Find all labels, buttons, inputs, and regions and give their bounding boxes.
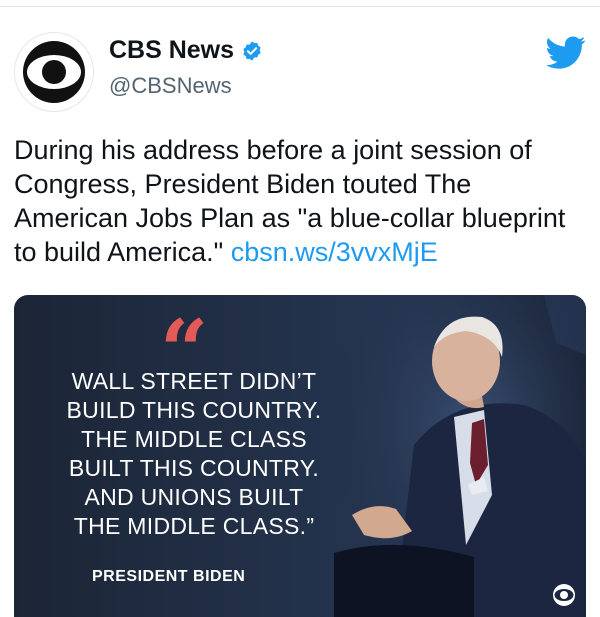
tweet-header: CBS News @CBSNews [14,32,586,112]
display-name[interactable]: CBS News [109,36,263,65]
account-names: CBS News @CBSNews [109,36,263,99]
quote-line: BUILD THIS COUNTRY. [66,397,322,423]
quote-line: BUILT THIS COUNTRY. [68,455,320,481]
quote-text: WALL STREET DIDN’T BUILD THIS COUNTRY. T… [44,367,344,541]
twitter-bird-icon[interactable] [546,36,586,70]
display-name-text: CBS News [109,36,235,64]
top-divider [0,6,600,7]
quote-line: WALL STREET DIDN’T [71,368,317,394]
tweet-body: During his address before a joint sessio… [14,133,586,269]
tweet-media-image[interactable]: “ WALL STREET DIDN’T BUILD THIS COUNTRY.… [14,295,586,617]
speaker-photo [334,295,586,617]
cbs-eye-watermark-icon [553,584,575,606]
quote-attribution: PRESIDENT BIDEN [92,568,246,585]
cbs-eye-logo-icon [23,41,85,103]
avatar[interactable] [14,32,94,112]
account-handle[interactable]: @CBSNews [109,73,263,99]
quote-line: THE MIDDLE CLASS [81,426,307,452]
tweet-link[interactable]: cbsn.ws/3vvxMjE [231,237,438,267]
verified-badge-icon [243,40,261,61]
quote-line: AND UNIONS BUILT [84,484,304,510]
quote-line: THE MIDDLE CLASS.” [73,513,315,539]
